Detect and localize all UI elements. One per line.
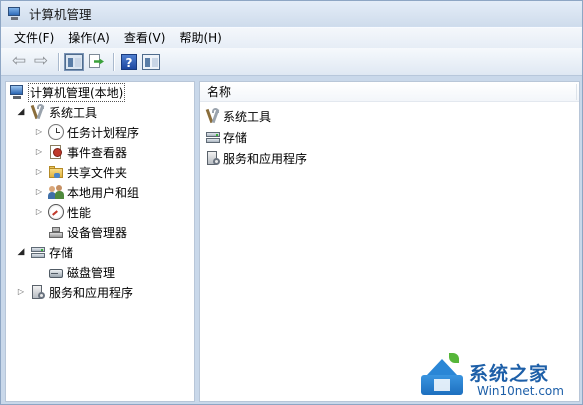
list-item-label: 系统工具 xyxy=(223,109,272,124)
toolbar-separator xyxy=(113,52,114,71)
storage-icon xyxy=(205,129,221,145)
tree-item-services-applications[interactable]: ▷ 服务和应用程序 xyxy=(16,282,133,302)
export-list-icon xyxy=(88,53,104,70)
back-arrow-icon: ⇦ xyxy=(11,51,27,71)
tree-item-system-tools[interactable]: ◢ 系统工具 xyxy=(16,102,97,122)
tools-icon xyxy=(205,108,221,124)
back-button[interactable]: ⇦ xyxy=(9,52,29,72)
column-divider[interactable] xyxy=(576,84,577,100)
computer-management-icon xyxy=(7,6,23,21)
watermark-brand: 系统之家 xyxy=(469,363,550,385)
show-hide-console-tree-button[interactable] xyxy=(64,52,84,72)
storage-icon xyxy=(30,244,46,260)
title-bar[interactable]: 计算机管理 xyxy=(1,1,582,26)
tree-label: 性能 xyxy=(67,205,92,220)
list-item-storage[interactable]: 存储 xyxy=(205,127,247,147)
services-icon xyxy=(205,150,221,166)
toolbar: ⇦ ⇨ ? xyxy=(1,48,582,76)
menu-help[interactable]: 帮助(H) xyxy=(172,28,228,49)
tree-label: 设备管理器 xyxy=(67,225,128,240)
tools-icon xyxy=(30,104,46,120)
toolbar-separator xyxy=(58,52,59,71)
show-hide-action-pane-icon xyxy=(142,53,160,70)
clock-icon xyxy=(48,124,64,140)
export-list-button[interactable] xyxy=(86,52,106,72)
list-item-label: 服务和应用程序 xyxy=(223,151,308,166)
tree-label: 服务和应用程序 xyxy=(49,285,134,300)
disk-icon xyxy=(48,264,64,280)
window-title: 计算机管理 xyxy=(29,7,92,22)
list-item-label: 存储 xyxy=(223,130,248,145)
tree-item-computer-management[interactable]: 计算机管理(本地) xyxy=(9,82,126,102)
menu-action[interactable]: 操作(A) xyxy=(61,28,117,49)
menu-file[interactable]: 文件(F) xyxy=(1,28,61,49)
show-hide-action-pane-button[interactable] xyxy=(141,52,161,72)
tree-item-local-users-groups[interactable]: ▷ 本地用户和组 xyxy=(34,182,139,202)
expand-triangle-icon[interactable]: ▷ xyxy=(34,168,44,176)
performance-gauge-icon xyxy=(48,204,64,220)
expand-triangle-icon[interactable]: ▷ xyxy=(34,188,44,196)
tree-item-disk-management[interactable]: 磁盘管理 xyxy=(48,262,115,282)
tree-label: 存储 xyxy=(49,245,74,260)
computer-management-window: 计算机管理 文件(F) 操作(A) 查看(V) 帮助(H) ⇦ ⇨ ? 计算机管… xyxy=(0,0,583,405)
users-icon xyxy=(48,184,64,200)
tree-label: 磁盘管理 xyxy=(67,265,116,280)
collapse-triangle-icon[interactable]: ◢ xyxy=(16,107,26,117)
tree-item-performance[interactable]: ▷ 性能 xyxy=(34,202,91,222)
collapse-triangle-icon[interactable]: ◢ xyxy=(16,247,26,257)
tree-label: 本地用户和组 xyxy=(67,185,140,200)
tree-label: 计算机管理(本地) xyxy=(28,82,126,102)
house-logo-icon xyxy=(419,353,465,399)
help-icon: ? xyxy=(121,53,137,70)
help-button[interactable]: ? xyxy=(119,52,139,72)
tree-label: 任务计划程序 xyxy=(67,125,140,140)
tree-item-event-viewer[interactable]: ▷ 事件查看器 xyxy=(34,142,127,162)
console-tree[interactable]: 计算机管理(本地) ◢ 系统工具 ▷ 任务计划程序 ▷ 事件查看器 ▷ 共享文件… xyxy=(5,81,195,402)
expand-triangle-icon[interactable]: ▷ xyxy=(34,208,44,216)
computer-icon xyxy=(9,84,25,100)
event-viewer-icon xyxy=(48,144,64,160)
device-manager-icon xyxy=(48,224,64,240)
services-icon xyxy=(30,284,46,300)
watermark-site: Win10net.com xyxy=(477,384,564,398)
forward-button[interactable]: ⇨ xyxy=(31,52,51,72)
tree-label: 系统工具 xyxy=(49,105,98,120)
forward-arrow-icon: ⇨ xyxy=(33,51,49,71)
expand-triangle-icon[interactable]: ▷ xyxy=(34,128,44,136)
expand-triangle-icon[interactable]: ▷ xyxy=(16,288,26,296)
list-item-system-tools[interactable]: 系统工具 xyxy=(205,106,271,126)
menu-bar: 文件(F) 操作(A) 查看(V) 帮助(H) xyxy=(1,27,582,48)
list-item-services-applications[interactable]: 服务和应用程序 xyxy=(205,148,307,168)
tree-item-task-scheduler[interactable]: ▷ 任务计划程序 xyxy=(34,122,139,142)
expand-triangle-icon[interactable]: ▷ xyxy=(34,148,44,156)
show-hide-console-tree-icon xyxy=(64,52,84,71)
tree-item-shared-folders[interactable]: ▷ 共享文件夹 xyxy=(34,162,127,182)
site-watermark: 系统之家 Win10net.com xyxy=(419,351,583,405)
tree-item-device-manager[interactable]: 设备管理器 xyxy=(48,222,127,242)
shared-folder-icon xyxy=(48,164,64,180)
tree-label: 共享文件夹 xyxy=(67,165,128,180)
menu-view[interactable]: 查看(V) xyxy=(117,28,173,49)
column-header-label: 名称 xyxy=(207,85,232,99)
column-header-name[interactable]: 名称 xyxy=(200,82,579,102)
tree-item-storage[interactable]: ◢ 存储 xyxy=(16,242,73,262)
tree-label: 事件查看器 xyxy=(67,145,128,160)
